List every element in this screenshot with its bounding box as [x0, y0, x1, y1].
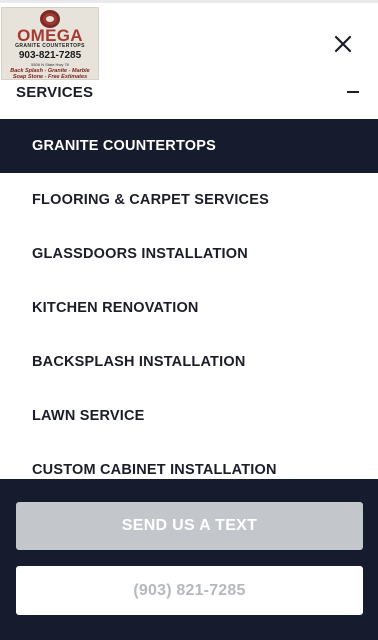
logo-name: OMEGA: [17, 26, 83, 45]
minus-icon: [347, 91, 359, 93]
menu-item-label: KITCHEN RENOVATION: [32, 300, 199, 316]
logo-subtitle: GRANITE COUNTERTOPS: [15, 43, 85, 49]
contact-panel: SEND US A TEXT (903) 821-7285: [0, 479, 378, 640]
menu-item-label: BACKSPLASH INSTALLATION: [32, 354, 246, 370]
menu-item-label: LAWN SERVICE: [32, 408, 145, 424]
menu-item-granite-countertops[interactable]: GRANITE COUNTERTOPS: [0, 119, 378, 173]
menu-item-label: GLASSDOORS INSTALLATION: [32, 246, 248, 262]
menu-item-label: FLOORING & CARPET SERVICES: [32, 192, 269, 208]
services-section-toggle[interactable]: SERVICES: [0, 78, 378, 114]
menu-item-custom-cabinet[interactable]: CUSTOM CABINET INSTALLATION: [0, 443, 378, 479]
menu-item-kitchen-renovation[interactable]: KITCHEN RENOVATION: [0, 281, 378, 335]
logo-phone: 903-821-7285: [18, 50, 82, 61]
top-border: [0, 0, 378, 3]
call-phone-button[interactable]: (903) 821-7285: [16, 566, 363, 615]
close-menu-button[interactable]: [332, 33, 354, 55]
menu-item-lawn-service[interactable]: LAWN SERVICE: [0, 389, 378, 443]
services-menu: GRANITE COUNTERTOPS FLOORING & CARPET SE…: [0, 119, 378, 479]
menu-item-label: GRANITE COUNTERTOPS: [32, 138, 216, 154]
menu-item-flooring-carpet[interactable]: FLOORING & CARPET SERVICES: [0, 173, 378, 227]
services-title: SERVICES: [16, 84, 94, 101]
company-logo[interactable]: OMEGA GRANITE COUNTERTOPS 903-821-7285 5…: [1, 7, 99, 80]
logo-address: 5506 N State Hwy 78: [31, 62, 69, 67]
menu-item-label: CUSTOM CABINET INSTALLATION: [32, 462, 277, 478]
menu-item-glassdoors[interactable]: GLASSDOORS INSTALLATION: [0, 227, 378, 281]
close-icon: [334, 35, 352, 53]
menu-item-backsplash[interactable]: BACKSPLASH INSTALLATION: [0, 335, 378, 389]
send-text-button[interactable]: SEND US A TEXT: [16, 502, 363, 550]
